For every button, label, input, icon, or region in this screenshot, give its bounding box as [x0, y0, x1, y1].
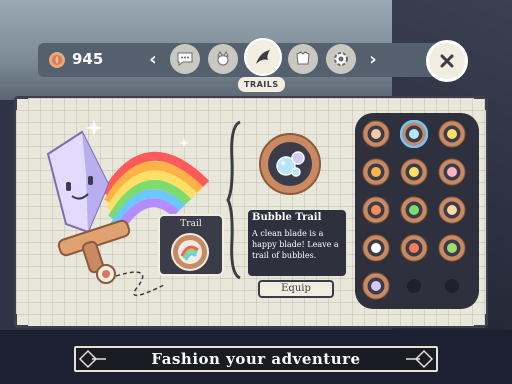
trails-icon — [256, 50, 270, 64]
flower-trail-icon[interactable] — [438, 158, 466, 186]
leaf-trail-icon[interactable] — [438, 234, 466, 262]
item-description: A clean blade is a happy blade! Leave a … — [252, 229, 339, 260]
tab-chat[interactable] — [170, 44, 200, 74]
currency-count: 945 — [72, 50, 104, 68]
empty-slot — [407, 279, 421, 293]
selection-brace — [226, 120, 241, 280]
moon-trail-icon[interactable] — [438, 120, 466, 148]
tab-settings[interactable] — [326, 44, 356, 74]
beast-trail-icon[interactable] — [362, 272, 390, 300]
rose-coin-icon — [49, 52, 65, 68]
banner-text: Fashion your adventure — [151, 350, 361, 368]
pet-icon — [217, 50, 229, 66]
active-tab-label: TRAILS — [238, 77, 285, 92]
gear-icon — [334, 52, 348, 66]
equipped-trail-slot[interactable] — [170, 232, 210, 272]
clover-trail-icon[interactable] — [400, 196, 428, 224]
ghost-trail-icon[interactable] — [362, 234, 390, 262]
selected-bubble-trail-medal — [259, 133, 321, 195]
close-icon — [440, 54, 454, 68]
tab-armor[interactable] — [288, 44, 318, 74]
chat-bubble-icon — [177, 52, 193, 66]
tab-trails[interactable] — [244, 38, 282, 76]
tab-next-arrow[interactable]: › — [366, 50, 380, 70]
equip-button[interactable]: Equip — [258, 280, 334, 298]
trail-slot-label: Trail — [180, 219, 202, 229]
sword-blade — [46, 130, 110, 234]
sword-hilt — [57, 219, 131, 284]
bubble-trail-icon[interactable] — [400, 120, 428, 148]
swirl-trail-icon[interactable] — [362, 158, 390, 186]
item-title: Bubble Trail — [252, 212, 322, 223]
trail-connector — [115, 271, 167, 297]
feather-trail-icon[interactable] — [362, 120, 390, 148]
close-button[interactable] — [426, 40, 468, 82]
flame-trail-icon[interactable] — [400, 234, 428, 262]
ribbon-trail-icon[interactable] — [438, 196, 466, 224]
fire-trail-icon[interactable] — [362, 196, 390, 224]
empty-slot — [445, 279, 459, 293]
sun-trail-icon[interactable] — [400, 158, 428, 186]
tab-prev-arrow[interactable]: ‹ — [146, 50, 160, 70]
tab-pet[interactable] — [208, 44, 238, 74]
armor-icon — [296, 51, 310, 65]
